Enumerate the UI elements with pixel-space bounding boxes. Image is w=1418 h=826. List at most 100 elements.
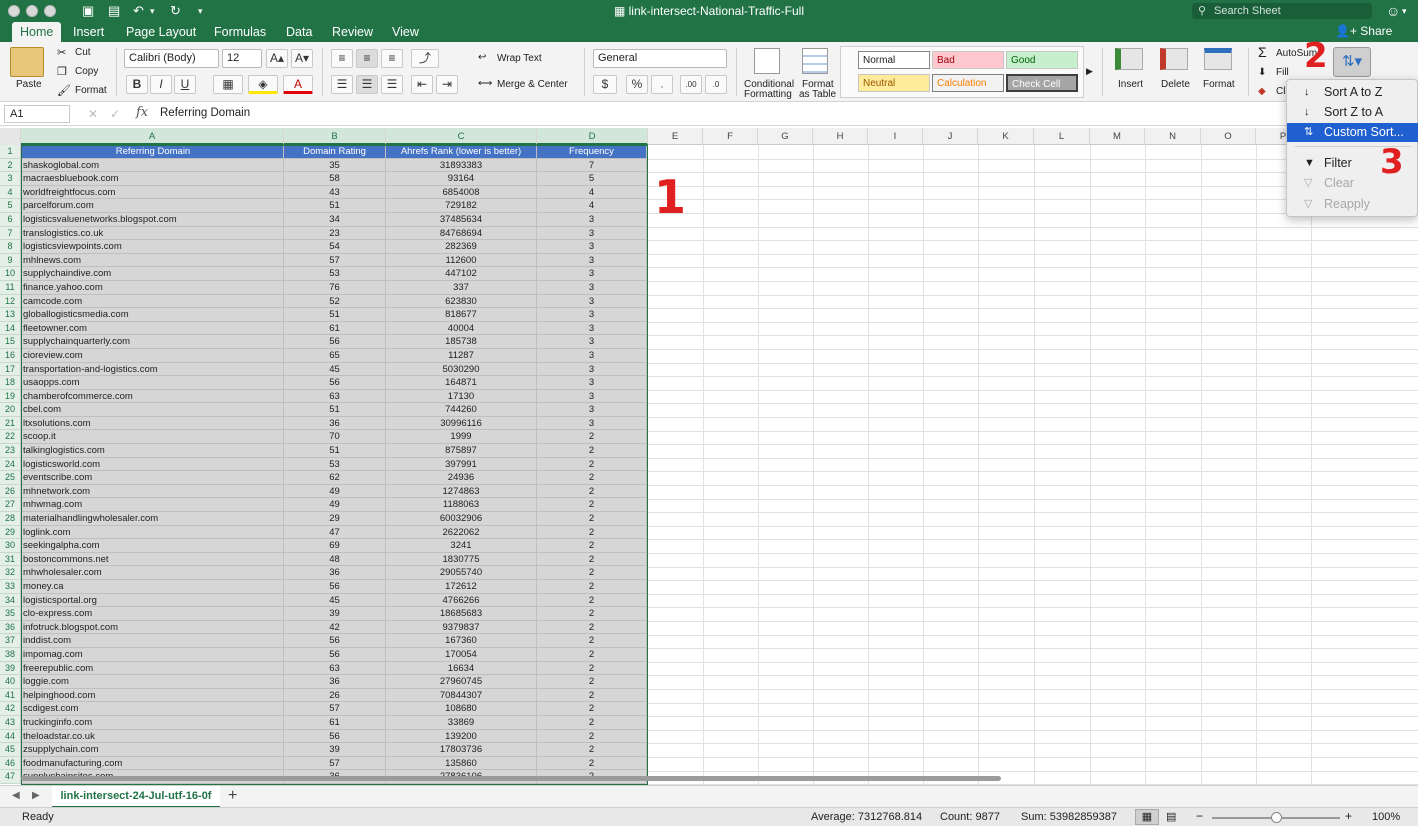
table-cell[interactable]: 2 bbox=[537, 552, 647, 567]
table-cell[interactable]: 3 bbox=[537, 253, 647, 268]
table-cell[interactable]: 47 bbox=[284, 525, 386, 540]
row-header[interactable]: 21 bbox=[0, 416, 21, 431]
table-cell[interactable]: seekingalpha.com bbox=[21, 539, 284, 553]
table-cell[interactable]: 51 bbox=[284, 199, 386, 213]
table-cell[interactable]: 33869 bbox=[386, 715, 537, 730]
table-cell[interactable]: 4 bbox=[537, 199, 647, 213]
table-cell[interactable]: logisticsvaluenetworks.blogspot.com bbox=[21, 212, 284, 227]
table-cell[interactable]: 3 bbox=[537, 389, 647, 404]
table-cell[interactable]: 2 bbox=[537, 498, 647, 513]
zoom-out-icon[interactable]: − bbox=[1196, 809, 1203, 823]
column-header-l[interactable]: L bbox=[1034, 128, 1090, 145]
table-cell[interactable]: 42 bbox=[284, 620, 386, 635]
table-cell[interactable]: 3 bbox=[537, 376, 647, 390]
decrease-decimal-button[interactable]: .0 bbox=[705, 75, 727, 94]
table-cell[interactable]: 39 bbox=[284, 743, 386, 757]
table-cell[interactable]: 56 bbox=[284, 634, 386, 648]
table-cell[interactable]: 93164 bbox=[386, 172, 537, 186]
row-header[interactable]: 6 bbox=[0, 212, 21, 227]
table-cell[interactable]: 3 bbox=[537, 226, 647, 241]
table-cell[interactable]: clo-express.com bbox=[21, 607, 284, 621]
table-cell[interactable]: 2 bbox=[537, 444, 647, 458]
fill-color-button[interactable]: ◈ bbox=[248, 75, 278, 94]
row-header[interactable]: 47 bbox=[0, 770, 21, 784]
copy-button[interactable]: Copy bbox=[75, 66, 98, 77]
row-header[interactable]: 14 bbox=[0, 321, 21, 336]
table-cell[interactable]: 2 bbox=[537, 715, 647, 730]
column-header-b[interactable]: B bbox=[284, 128, 386, 145]
row-header[interactable]: 8 bbox=[0, 240, 21, 254]
row-header[interactable]: 28 bbox=[0, 512, 21, 526]
font-color-button[interactable]: A bbox=[283, 75, 313, 94]
table-cell[interactable]: 3 bbox=[537, 416, 647, 431]
table-cell[interactable]: 2 bbox=[537, 566, 647, 580]
styles-more-icon[interactable]: ▶ bbox=[1086, 66, 1093, 77]
table-cell[interactable]: 2 bbox=[537, 702, 647, 716]
table-cell[interactable]: 51 bbox=[284, 308, 386, 322]
increase-indent-button[interactable]: ⇥ bbox=[436, 75, 458, 94]
table-cell[interactable]: 3 bbox=[537, 280, 647, 295]
table-cell[interactable]: 2 bbox=[537, 729, 647, 744]
align-middle-button[interactable]: ≡ bbox=[356, 49, 378, 68]
row-header[interactable]: 1 bbox=[0, 145, 21, 159]
table-cell[interactable]: 447102 bbox=[386, 267, 537, 281]
table-cell[interactable]: 49 bbox=[284, 484, 386, 499]
column-header-f[interactable]: F bbox=[703, 128, 758, 145]
row-header[interactable]: 5 bbox=[0, 199, 21, 213]
table-cell[interactable]: 3 bbox=[537, 403, 647, 417]
table-cell[interactable]: eventscribe.com bbox=[21, 471, 284, 485]
row-header[interactable]: 38 bbox=[0, 647, 21, 662]
table-cell[interactable]: 56 bbox=[284, 580, 386, 594]
row-header[interactable]: 33 bbox=[0, 580, 21, 594]
row-header[interactable]: 15 bbox=[0, 335, 21, 349]
style-calculation[interactable]: Calculation bbox=[932, 74, 1004, 92]
table-cell[interactable]: foodmanufacturing.com bbox=[21, 756, 284, 771]
table-cell[interactable]: 31893383 bbox=[386, 158, 537, 173]
row-header[interactable]: 30 bbox=[0, 539, 21, 553]
table-cell[interactable]: transportation-and-logistics.com bbox=[21, 362, 284, 377]
number-format-select[interactable]: General bbox=[593, 49, 727, 68]
row-header[interactable]: 37 bbox=[0, 634, 21, 648]
row-header[interactable]: 34 bbox=[0, 593, 21, 608]
table-cell[interactable]: truckinginfo.com bbox=[21, 715, 284, 730]
header-frequency[interactable]: Frequency bbox=[537, 145, 647, 159]
table-cell[interactable]: 16634 bbox=[386, 661, 537, 676]
header-ahrefs-rank[interactable]: Ahrefs Rank (lower is better) bbox=[386, 145, 537, 159]
table-cell[interactable]: 61 bbox=[284, 715, 386, 730]
table-cell[interactable]: 167360 bbox=[386, 634, 537, 648]
align-top-button[interactable]: ≡ bbox=[331, 49, 353, 68]
table-cell[interactable]: 2 bbox=[537, 484, 647, 499]
row-header[interactable]: 46 bbox=[0, 756, 21, 771]
conditional-formatting-label-2[interactable]: Formatting bbox=[744, 89, 792, 100]
table-cell[interactable]: mhlnews.com bbox=[21, 253, 284, 268]
table-cell[interactable]: loggie.com bbox=[21, 675, 284, 689]
table-cell[interactable]: 17803736 bbox=[386, 743, 537, 757]
table-cell[interactable]: logisticsworld.com bbox=[21, 457, 284, 472]
table-cell[interactable]: 5 bbox=[537, 172, 647, 186]
row-header[interactable]: 4 bbox=[0, 185, 21, 200]
insert-function-button[interactable]: fx bbox=[136, 105, 148, 120]
table-cell[interactable]: 76 bbox=[284, 280, 386, 295]
row-header[interactable]: 44 bbox=[0, 729, 21, 744]
table-cell[interactable]: 37485634 bbox=[386, 212, 537, 227]
align-right-button[interactable]: ☰ bbox=[381, 75, 403, 94]
table-cell[interactable]: 337 bbox=[386, 280, 537, 295]
table-cell[interactable]: 39 bbox=[284, 607, 386, 621]
table-cell[interactable]: 164871 bbox=[386, 376, 537, 390]
column-header-m[interactable]: M bbox=[1090, 128, 1145, 145]
table-cell[interactable]: 54 bbox=[284, 240, 386, 254]
style-neutral[interactable]: Neutral bbox=[858, 74, 930, 92]
formula-content[interactable]: Referring Domain bbox=[160, 107, 250, 119]
table-cell[interactable]: 45 bbox=[284, 362, 386, 377]
table-cell[interactable]: 57 bbox=[284, 756, 386, 771]
table-cell[interactable]: 875897 bbox=[386, 444, 537, 458]
table-cell[interactable]: 60032906 bbox=[386, 512, 537, 526]
menu-sort-a-to-z[interactable]: ↓ Sort A to Z bbox=[1287, 83, 1418, 102]
table-cell[interactable]: 108680 bbox=[386, 702, 537, 716]
insert-cells-button[interactable]: Insert bbox=[1118, 79, 1143, 90]
column-header-o[interactable]: O bbox=[1201, 128, 1256, 145]
table-cell[interactable]: cioreview.com bbox=[21, 348, 284, 363]
normal-view-icon[interactable]: ▦ bbox=[1135, 809, 1159, 825]
row-header[interactable]: 26 bbox=[0, 484, 21, 499]
decrease-font-size-button[interactable]: A▾ bbox=[291, 49, 313, 68]
